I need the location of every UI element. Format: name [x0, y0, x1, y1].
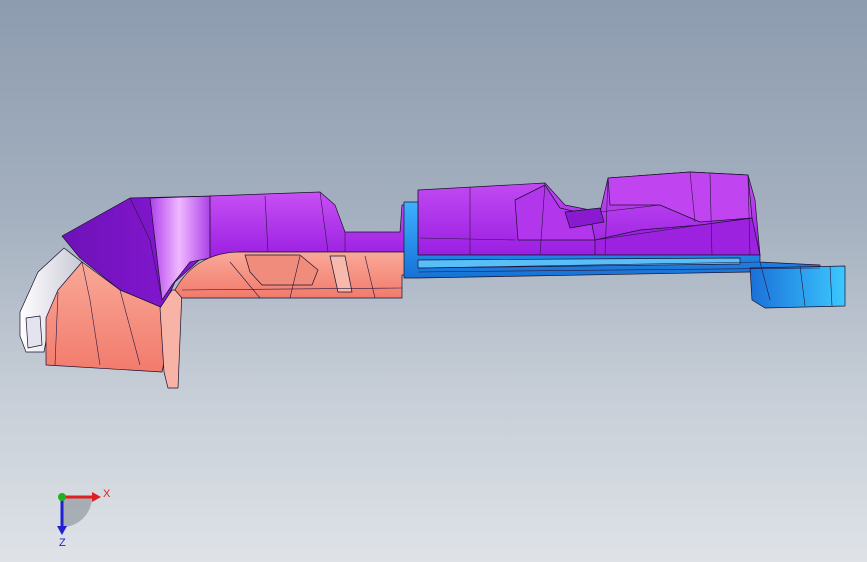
x-axis-arrow	[92, 492, 101, 502]
sheet-metal-part-model[interactable]	[19, 171, 846, 389]
purple-left-main-face[interactable]	[209, 191, 419, 259]
x-axis-label: X	[103, 488, 111, 500]
z-axis-label: Z	[59, 537, 66, 549]
coordinate-triad-icon: X Z	[57, 488, 111, 549]
y-axis-dot	[58, 493, 66, 501]
triad-quadrant-shadow	[62, 497, 92, 527]
white-flange-edge[interactable]	[25, 315, 43, 349]
salmon-flange-strip[interactable]	[159, 289, 183, 389]
3d-viewport[interactable]: X Z	[0, 0, 867, 562]
z-axis-arrow	[57, 526, 67, 535]
